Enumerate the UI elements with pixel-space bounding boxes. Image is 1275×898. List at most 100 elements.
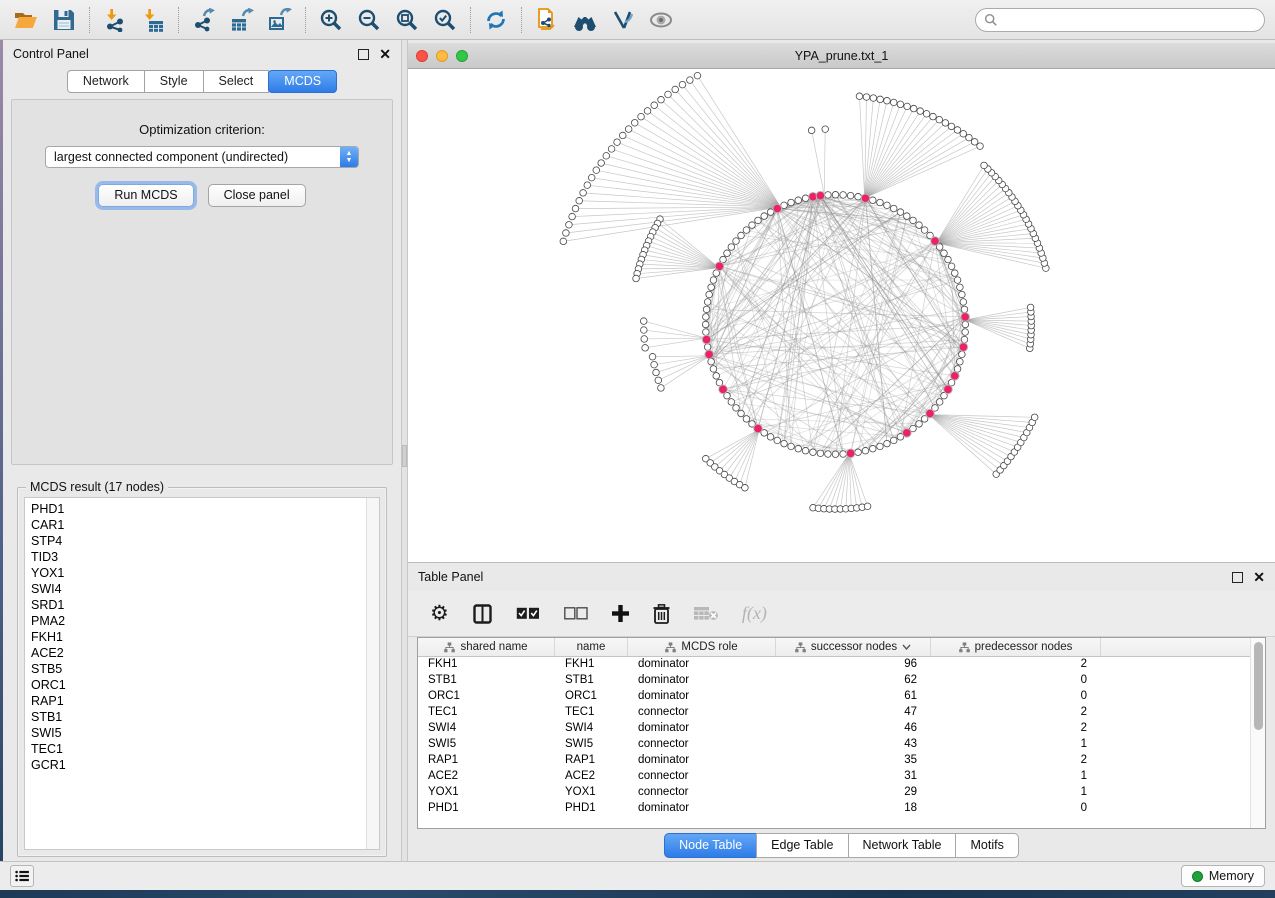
table-scrollbar[interactable] bbox=[1250, 638, 1265, 828]
mcds-result-item[interactable]: TID3 bbox=[31, 549, 366, 565]
table-cell[interactable]: STB1 bbox=[555, 673, 628, 689]
table-cell[interactable]: TEC1 bbox=[555, 705, 628, 721]
table-cell[interactable]: FKH1 bbox=[555, 657, 628, 673]
tab-select[interactable]: Select bbox=[203, 70, 270, 93]
import-network-button[interactable] bbox=[99, 5, 131, 35]
network-window-titlebar[interactable]: YPA_prune.txt_1 bbox=[408, 43, 1275, 69]
table-cell[interactable]: 61 bbox=[776, 689, 931, 705]
mcds-result-item[interactable]: RAP1 bbox=[31, 693, 366, 709]
show-hide-button[interactable] bbox=[645, 5, 677, 35]
export-table-button[interactable] bbox=[226, 5, 258, 35]
mcds-result-item[interactable]: STB1 bbox=[31, 709, 366, 725]
table-cell[interactable]: 2 bbox=[931, 753, 1101, 769]
tab-mcds[interactable]: MCDS bbox=[268, 70, 337, 93]
table-cell[interactable]: FKH1 bbox=[418, 657, 555, 673]
tab-network[interactable]: Network bbox=[67, 70, 145, 93]
optimization-criterion-dropdown[interactable]: largest connected component (undirected)… bbox=[45, 146, 359, 168]
mcds-result-item[interactable]: YOX1 bbox=[31, 565, 366, 581]
mcds-result-item[interactable]: STB5 bbox=[31, 661, 366, 677]
save-session-button[interactable] bbox=[48, 5, 80, 35]
network-graph[interactable] bbox=[408, 69, 1275, 562]
table-cell[interactable]: connector bbox=[628, 737, 776, 753]
table-cell[interactable]: 0 bbox=[931, 673, 1101, 689]
tab-edge-table[interactable]: Edge Table bbox=[756, 833, 848, 858]
column-visibility-icon[interactable] bbox=[473, 604, 492, 624]
table-cell[interactable]: TEC1 bbox=[418, 705, 555, 721]
table-cell[interactable]: YOX1 bbox=[418, 785, 555, 801]
mcds-result-item[interactable]: SWI5 bbox=[31, 725, 366, 741]
table-cell[interactable]: dominator bbox=[628, 721, 776, 737]
table-cell[interactable]: 0 bbox=[931, 801, 1101, 817]
panel-splitter[interactable] bbox=[401, 40, 408, 861]
clone-network-button[interactable] bbox=[531, 5, 563, 35]
search-input[interactable] bbox=[1003, 13, 1256, 27]
table-cell[interactable]: dominator bbox=[628, 657, 776, 673]
add-column-icon[interactable] bbox=[612, 605, 629, 622]
mcds-result-item[interactable]: ORC1 bbox=[31, 677, 366, 693]
mcds-result-item[interactable]: PMA2 bbox=[31, 613, 366, 629]
float-panel-icon[interactable] bbox=[1232, 572, 1243, 583]
table-row[interactable]: ACE2ACE2connector311 bbox=[418, 769, 1250, 785]
open-file-button[interactable] bbox=[10, 5, 42, 35]
graphics-details-button[interactable] bbox=[607, 5, 639, 35]
mcds-result-item[interactable]: STP4 bbox=[31, 533, 366, 549]
table-cell[interactable]: connector bbox=[628, 705, 776, 721]
deselect-all-icon[interactable] bbox=[564, 607, 588, 620]
table-row[interactable]: STB1STB1dominator620 bbox=[418, 673, 1250, 689]
table-row[interactable]: SWI5SWI5connector431 bbox=[418, 737, 1250, 753]
run-mcds-button[interactable]: Run MCDS bbox=[98, 184, 193, 207]
delete-column-trash-icon[interactable] bbox=[653, 604, 670, 624]
table-row[interactable]: SWI4SWI4dominator462 bbox=[418, 721, 1250, 737]
mcds-result-item[interactable]: SWI4 bbox=[31, 581, 366, 597]
tab-network-table[interactable]: Network Table bbox=[848, 833, 957, 858]
table-cell[interactable]: SWI5 bbox=[418, 737, 555, 753]
table-scrollbar-thumb[interactable] bbox=[1254, 642, 1263, 730]
table-cell[interactable]: SWI5 bbox=[555, 737, 628, 753]
mcds-result-item[interactable]: TEC1 bbox=[31, 741, 366, 757]
network-view-canvas[interactable] bbox=[408, 69, 1275, 562]
table-cell[interactable]: connector bbox=[628, 769, 776, 785]
column-header-shared-name[interactable]: shared name bbox=[418, 638, 555, 656]
table-cell[interactable]: 29 bbox=[776, 785, 931, 801]
table-cell[interactable]: 31 bbox=[776, 769, 931, 785]
table-cell[interactable]: 2 bbox=[931, 705, 1101, 721]
select-all-icon[interactable] bbox=[516, 607, 540, 620]
tab-style[interactable]: Style bbox=[144, 70, 204, 93]
table-cell[interactable]: ACE2 bbox=[555, 769, 628, 785]
table-cell[interactable]: ORC1 bbox=[555, 689, 628, 705]
table-cell[interactable]: PHD1 bbox=[555, 801, 628, 817]
table-cell[interactable]: ACE2 bbox=[418, 769, 555, 785]
table-cell[interactable]: 35 bbox=[776, 753, 931, 769]
tab-node-table[interactable]: Node Table bbox=[664, 833, 757, 858]
table-cell[interactable]: 2 bbox=[931, 657, 1101, 673]
table-cell[interactable]: dominator bbox=[628, 689, 776, 705]
table-cell[interactable]: dominator bbox=[628, 801, 776, 817]
table-cell[interactable]: SWI4 bbox=[418, 721, 555, 737]
search-network-button[interactable] bbox=[569, 5, 601, 35]
table-row[interactable]: YOX1YOX1connector291 bbox=[418, 785, 1250, 801]
table-cell[interactable]: 96 bbox=[776, 657, 931, 673]
column-header-name[interactable]: name bbox=[555, 638, 628, 656]
table-cell[interactable]: SWI4 bbox=[555, 721, 628, 737]
table-cell[interactable]: 46 bbox=[776, 721, 931, 737]
mcds-result-item[interactable]: FKH1 bbox=[31, 629, 366, 645]
table-cell[interactable]: 0 bbox=[931, 689, 1101, 705]
table-cell[interactable]: 1 bbox=[931, 737, 1101, 753]
zoom-fit-button[interactable] bbox=[391, 5, 423, 35]
table-cell[interactable]: STB1 bbox=[418, 673, 555, 689]
table-cell[interactable]: YOX1 bbox=[555, 785, 628, 801]
table-settings-gear-icon[interactable]: ⚙ bbox=[430, 604, 449, 624]
table-row[interactable]: TEC1TEC1connector472 bbox=[418, 705, 1250, 721]
global-search-box[interactable] bbox=[975, 8, 1265, 32]
column-header-MCDS-role[interactable]: MCDS role bbox=[628, 638, 776, 656]
zoom-selected-button[interactable] bbox=[429, 5, 461, 35]
close-panel-icon[interactable]: ✕ bbox=[379, 49, 391, 60]
mcds-list-scrollbar[interactable] bbox=[366, 498, 379, 849]
export-network-button[interactable] bbox=[188, 5, 220, 35]
zoom-in-button[interactable] bbox=[315, 5, 347, 35]
column-header-predecessor-nodes[interactable]: predecessor nodes bbox=[931, 638, 1101, 656]
mcds-result-item[interactable]: CAR1 bbox=[31, 517, 366, 533]
table-cell[interactable]: connector bbox=[628, 785, 776, 801]
float-panel-icon[interactable] bbox=[358, 49, 369, 60]
table-cell[interactable]: ORC1 bbox=[418, 689, 555, 705]
